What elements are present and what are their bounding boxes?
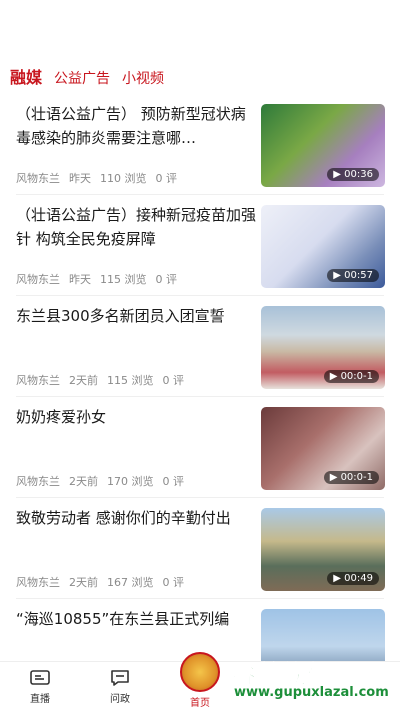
article-title: “海巡10855”在东兰县正式列编: [16, 610, 230, 628]
video-duration-badge: ▶ 00:57: [327, 269, 379, 282]
video-thumbnail[interactable]: ▶ 00:36: [261, 104, 385, 187]
article-title: 奶奶疼爱孙女: [16, 408, 107, 426]
article-views: 115 浏览: [100, 273, 147, 286]
list-item[interactable]: 东兰县300多名新团员入团宣誓 风物东兰 2天前 115 浏览 0 评 ▶ 00:0-…: [0, 296, 400, 397]
video-thumbnail[interactable]: ▶ 00:0-1: [261, 306, 385, 389]
article-time: 昨天: [69, 273, 91, 286]
article-time: 2天前: [69, 475, 98, 488]
play-icon: ▶: [333, 573, 345, 584]
article-source: 风物东兰: [16, 273, 60, 286]
video-duration-badge: ▶ 00:0-1: [323, 370, 379, 383]
article-source: 风物东兰: [16, 374, 60, 387]
article-comments: 0 评: [162, 374, 185, 387]
article-views: 115 浏览: [107, 374, 154, 387]
home-emblem-icon: [180, 652, 220, 692]
article-comments: 0 评: [155, 172, 178, 185]
video-duration-badge: ▶ 00:0-1: [323, 471, 379, 484]
tab-short-video[interactable]: 小视频: [122, 68, 164, 94]
article-views: 110 浏览: [100, 172, 147, 185]
article-meta: 风物东兰 2天前 170 浏览 0 评: [16, 473, 193, 489]
video-thumbnail[interactable]: ▶ 00:57: [261, 205, 385, 288]
top-tab-bar: 融媒 公益广告 小视频: [0, 62, 400, 94]
nav-home[interactable]: 首页: [170, 652, 230, 709]
article-comments: 0 评: [162, 475, 185, 488]
nav-home-label: 首页: [190, 698, 210, 709]
tab-public-ads[interactable]: 公益广告: [54, 68, 110, 94]
nav-live-label: 直播: [30, 694, 50, 705]
article-source: 风物东兰: [16, 576, 60, 589]
list-item[interactable]: 致敬劳动者 感谢你们的辛勤付出 风物东兰 2天前 167 浏览 0 评 ▶ 00:49: [0, 498, 400, 599]
nav-politics-label: 问政: [110, 694, 130, 705]
nav-live[interactable]: 直播: [10, 668, 70, 705]
video-duration-badge: ▶ 00:36: [327, 168, 379, 181]
nav-politics[interactable]: 问政: [90, 668, 150, 705]
bottom-tab-bar: 直播 问政 首页: [0, 652, 400, 711]
live-tv-icon: [30, 670, 50, 685]
list-item[interactable]: （壮语公益广告）接种新冠疫苗加强针 构筑全民免疫屏障 风物东兰 昨天 115 浏览 0…: [0, 195, 400, 296]
article-title: （壮语公益广告） 预防新型冠状病毒感染的肺炎需要注意哪…: [16, 105, 246, 147]
list-item[interactable]: （壮语公益广告） 预防新型冠状病毒感染的肺炎需要注意哪… 风物东兰 昨天 110 浏…: [0, 94, 400, 195]
article-views: 170 浏览: [107, 475, 154, 488]
play-icon: ▶: [329, 472, 341, 483]
video-duration-badge: ▶ 00:49: [327, 572, 379, 585]
article-source: 风物东兰: [16, 475, 60, 488]
list-item[interactable]: 奶奶疼爱孙女 风物东兰 2天前 170 浏览 0 评 ▶ 00:0-1: [0, 397, 400, 498]
article-meta: 风物东兰 昨天 110 浏览 0 评: [16, 170, 186, 186]
article-views: 167 浏览: [107, 576, 154, 589]
video-thumbnail[interactable]: ▶ 00:49: [261, 508, 385, 591]
message-icon: [111, 670, 129, 686]
article-meta: 风物东兰 昨天 115 浏览 0 评: [16, 271, 186, 287]
play-icon: ▶: [333, 169, 345, 180]
article-title: （壮语公益广告）接种新冠疫苗加强针 构筑全民免疫屏障: [16, 206, 256, 248]
article-time: 2天前: [69, 576, 98, 589]
article-comments: 0 评: [155, 273, 178, 286]
article-time: 2天前: [69, 374, 98, 387]
article-comments: 0 评: [162, 576, 185, 589]
tab-rongmei[interactable]: 融媒: [10, 64, 42, 94]
article-meta: 风物东兰 2天前 115 浏览 0 评: [16, 372, 193, 388]
article-title: 东兰县300多名新团员入团宣誓: [16, 307, 225, 325]
article-source: 风物东兰: [16, 172, 60, 185]
play-icon: ▶: [329, 371, 341, 382]
article-time: 昨天: [69, 172, 91, 185]
article-title: 致敬劳动者 感谢你们的辛勤付出: [16, 509, 231, 527]
article-meta: 风物东兰 2天前 167 浏览 0 评: [16, 574, 193, 590]
video-thumbnail[interactable]: ▶ 00:0-1: [261, 407, 385, 490]
play-icon: ▶: [333, 270, 345, 281]
